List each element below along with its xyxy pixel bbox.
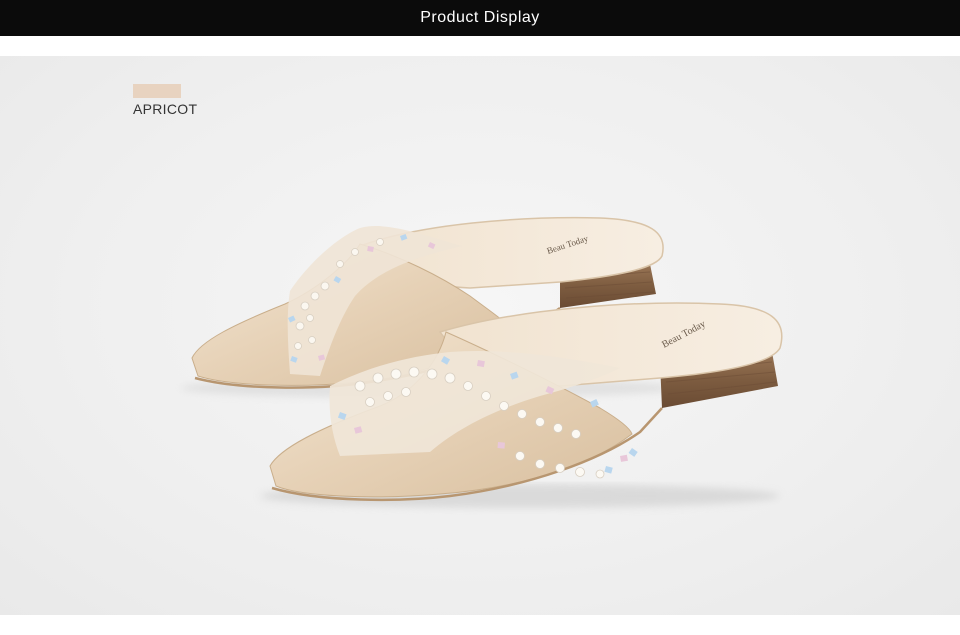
section-title: Product Display: [420, 9, 540, 26]
section-header: Product Display: [0, 0, 960, 36]
bottom-margin: [0, 615, 960, 635]
product-photo: APRICOT Beau Today Beau Today: [0, 56, 960, 615]
shoes-illustration: Beau Today Beau Today: [180, 216, 783, 508]
